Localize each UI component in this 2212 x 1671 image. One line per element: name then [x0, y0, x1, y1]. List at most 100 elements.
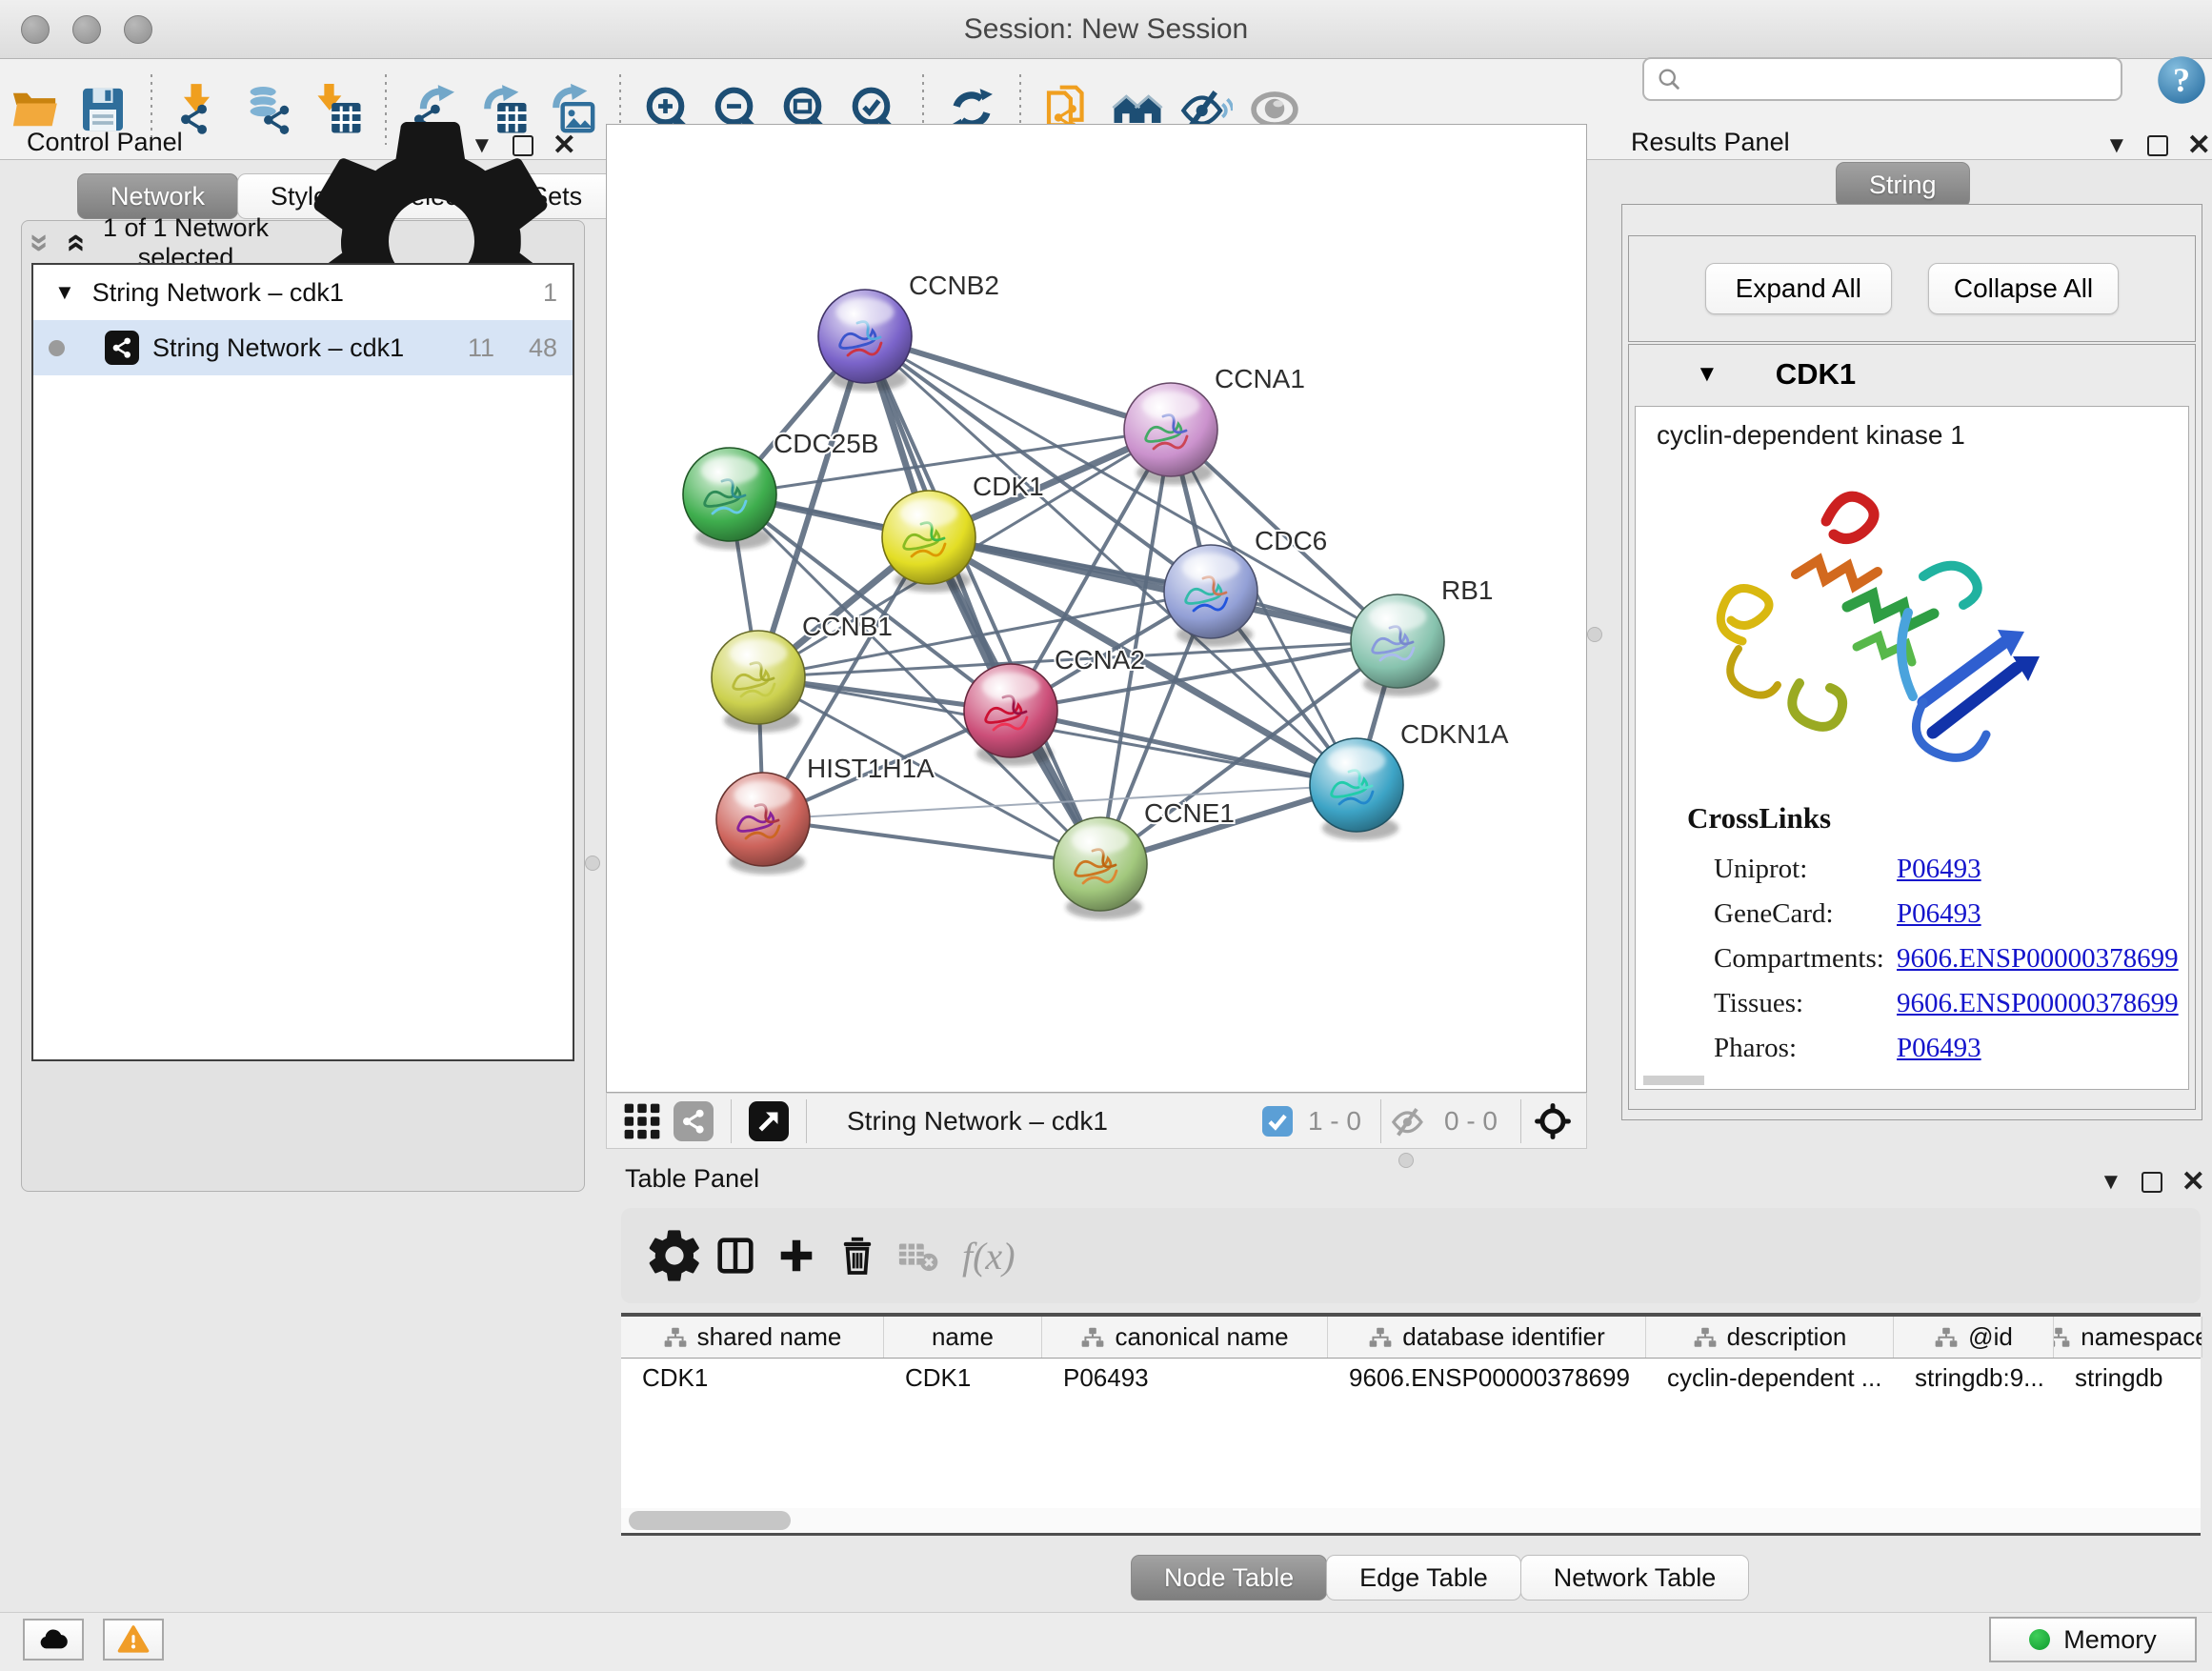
column-header-database-identifier[interactable]: database identifier: [1328, 1317, 1646, 1358]
gene-collapse-icon[interactable]: ▼: [1696, 361, 1719, 388]
scroll-notch: [1643, 1076, 1704, 1085]
network-node-HIST1H1A[interactable]: HIST1H1A: [716, 754, 935, 875]
column-header-namespace[interactable]: namespace: [2054, 1317, 2202, 1358]
window-title: Session: New Session: [0, 13, 2212, 46]
crosslink-row: GeneCard:P06493: [1714, 892, 2171, 936]
crosslinks-list: Uniprot:P06493GeneCard:P06493Compartment…: [1714, 847, 2171, 1071]
table-panel-menu-icon[interactable]: ▼: [2100, 1171, 2122, 1194]
table-options-gear-icon[interactable]: [644, 1225, 705, 1286]
collection-expand-icon[interactable]: ▼: [54, 280, 75, 305]
table-panel: Table Panel ▼ ✕ f(x) shared namenamecano…: [610, 1160, 2212, 1610]
node-label-CDK1: CDK1: [973, 472, 1044, 501]
network-node-CDC25B[interactable]: CDC25B: [683, 429, 878, 550]
crosslink-link[interactable]: P06493: [1897, 854, 1981, 884]
results-panel-menu-icon[interactable]: ▼: [2105, 134, 2128, 157]
network-node-CDK1[interactable]: CDK1: [882, 472, 1044, 593]
crosslink-link[interactable]: P06493: [1897, 898, 1981, 929]
crosslinks-title: CrossLinks: [1687, 801, 1831, 836]
create-column-icon[interactable]: [766, 1225, 827, 1286]
gene-description: cyclin-dependent kinase 1: [1657, 420, 1965, 451]
expand-all-button[interactable]: Expand All: [1705, 263, 1892, 314]
column-header-description[interactable]: description: [1646, 1317, 1894, 1358]
results-panel-float-icon[interactable]: [2147, 135, 2168, 156]
delete-column-icon[interactable]: [827, 1225, 888, 1286]
crosslink-link[interactable]: 9606.ENSP00000378699: [1897, 988, 2179, 1018]
scrollbar-thumb[interactable]: [629, 1511, 791, 1530]
network-row-selected[interactable]: String Network – cdk1 11 48: [33, 320, 573, 375]
node-label-HIST1H1A: HIST1H1A: [807, 754, 935, 783]
tab-network[interactable]: Network: [77, 173, 238, 219]
warning-icon: [117, 1623, 150, 1656]
cloud-button[interactable]: [23, 1619, 84, 1661]
results-panel: Results Panel ▼ ✕ String Expand All Coll…: [1610, 124, 2212, 1134]
table-panel-float-icon[interactable]: [2142, 1172, 2162, 1193]
string-results-box: Expand All Collapse All ▼ CDK1 cyclin-de…: [1621, 204, 2202, 1120]
edge-CCNB2-RB1[interactable]: [865, 336, 1398, 641]
network-collection-row[interactable]: ▼ String Network – cdk1 1: [33, 265, 573, 320]
tab-node-table[interactable]: Node Table: [1131, 1555, 1327, 1601]
memory-button[interactable]: Memory: [1989, 1617, 2197, 1662]
edge-CCNA2-CDKN1A[interactable]: [1011, 711, 1357, 785]
network-canvas[interactable]: CCNB2CCNA1CDC25BCDK1CDC6RB1CCNB1CCNA2CDK…: [606, 124, 1587, 1093]
table-row[interactable]: CDK1CDK1P064939606.ENSP00000378699cyclin…: [621, 1359, 2201, 1397]
network-node-CCNB2[interactable]: CCNB2: [818, 271, 999, 392]
edge-CCNB2-CCNE1[interactable]: [865, 336, 1100, 864]
right-splitter-handle[interactable]: [1587, 627, 1602, 642]
gene-name: CDK1: [1776, 357, 1856, 392]
expand-collapse-bar: Expand All Collapse All: [1628, 235, 2196, 342]
search-input[interactable]: [1692, 65, 2121, 94]
table-panel-tabs: Node TableEdge TableNetwork Table: [1132, 1555, 1749, 1601]
tab-string[interactable]: String: [1836, 162, 1970, 208]
collapse-all-button[interactable]: Collapse All: [1928, 263, 2119, 314]
grid-view-icon[interactable]: [620, 1099, 664, 1143]
birds-eye-view-icon[interactable]: [1531, 1099, 1575, 1143]
crosslink-label: Tissues:: [1714, 988, 1803, 1019]
collection-label: String Network – cdk1: [92, 278, 344, 308]
results-panel-close-icon[interactable]: ✕: [2187, 131, 2211, 160]
crosslink-label: Compartments:: [1714, 943, 1884, 975]
edge-CCNB2-CCNA1[interactable]: [865, 336, 1171, 430]
show-columns-icon[interactable]: [705, 1225, 766, 1286]
warning-button[interactable]: [103, 1619, 164, 1661]
svg-text:?: ?: [2173, 61, 2190, 99]
table-cell: 9606.ENSP00000378699: [1328, 1359, 1646, 1397]
expand-all-networks-icon[interactable]: »: [56, 233, 90, 252]
search-field[interactable]: [1642, 57, 2122, 101]
table-cell: CDK1: [621, 1359, 884, 1397]
column-header-canonical-name[interactable]: canonical name: [1042, 1317, 1328, 1358]
selected-checkbox-icon[interactable]: [1260, 1099, 1295, 1143]
column-header-id[interactable]: @id: [1894, 1317, 2054, 1358]
help-icon: ?: [2155, 53, 2208, 107]
selected-node-edge-counts: 1 - 0: [1308, 1106, 1361, 1137]
function-builder-icon: f(x): [962, 1234, 1016, 1278]
network-tree: ▼ String Network – cdk1 1 String Network…: [31, 263, 574, 1061]
network-edges: [730, 336, 1398, 864]
control-panel-title: Control Panel: [27, 128, 183, 157]
table-horizontal-scrollbar[interactable]: [621, 1508, 2201, 1533]
node-label-RB1: RB1: [1441, 575, 1493, 605]
delete-table-icon: [888, 1225, 949, 1286]
cloud-icon: [37, 1623, 70, 1656]
network-view-icon[interactable]: [672, 1099, 715, 1143]
results-panel-title: Results Panel: [1631, 128, 1790, 157]
table-cell: stringdb:9...: [1894, 1359, 2054, 1397]
network-node-CDKN1A[interactable]: CDKN1A: [1310, 719, 1509, 840]
tab-network-table[interactable]: Network Table: [1520, 1555, 1750, 1601]
crosslink-link[interactable]: 9606.ENSP00000378699: [1897, 943, 2179, 974]
gene-section-header[interactable]: ▼ CDK1: [1629, 345, 2195, 404]
crosslink-link[interactable]: P06493: [1897, 1033, 1981, 1063]
network-node-RB1[interactable]: RB1: [1351, 575, 1493, 696]
network-node-CCNA1[interactable]: CCNA1: [1124, 364, 1305, 485]
network-icon: [105, 331, 139, 365]
column-header-shared-name[interactable]: shared name: [621, 1317, 884, 1358]
edge-HIST1H1A-CCNE1[interactable]: [763, 819, 1100, 864]
column-header-name[interactable]: name: [884, 1317, 1042, 1358]
gene-section: ▼ CDK1 cyclin-dependent kinase 1: [1628, 344, 2196, 1110]
table-panel-close-icon[interactable]: ✕: [2182, 1168, 2205, 1197]
table-cell: stringdb: [2054, 1359, 2202, 1397]
tab-edge-table[interactable]: Edge Table: [1326, 1555, 1521, 1601]
detach-view-icon[interactable]: [747, 1099, 791, 1143]
network-label: String Network – cdk1: [152, 333, 404, 363]
left-splitter-handle[interactable]: [585, 856, 600, 871]
help-button[interactable]: ?: [2155, 53, 2208, 107]
